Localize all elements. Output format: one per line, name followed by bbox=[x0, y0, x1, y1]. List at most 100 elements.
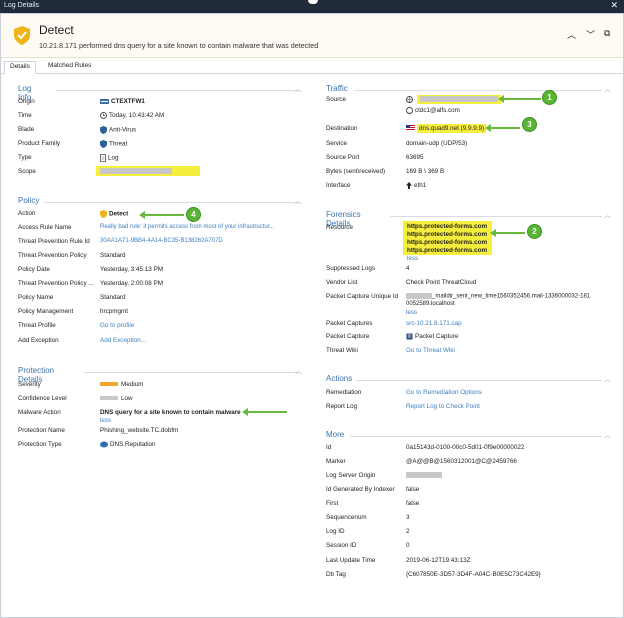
log-header: Detect 10.21.8.171 performed dns query f… bbox=[1, 14, 623, 58]
row-service: Service domain-udp (UDP/53) bbox=[326, 140, 606, 151]
previous-log-button[interactable]: ︿ bbox=[567, 28, 576, 41]
field-label: Threat Prevention Policy ... bbox=[18, 280, 94, 287]
collapse-chevron-icon[interactable]: ︿ bbox=[295, 84, 302, 94]
section-divider bbox=[84, 372, 299, 373]
collapse-chevron-icon[interactable]: ︿ bbox=[295, 366, 302, 376]
remediation-options-link[interactable]: Go to Remediation Options bbox=[406, 389, 482, 396]
report-log-link[interactable]: Report Log to Check Point bbox=[406, 403, 480, 410]
threat-wiki-link[interactable]: Go to Threat Wiki bbox=[406, 347, 455, 354]
row-marker: Marker @A@@B@1560312001@C@2459766 bbox=[326, 458, 606, 469]
go-to-profile-link[interactable]: Go to profile bbox=[100, 322, 134, 329]
field-label: Product Family bbox=[18, 140, 60, 147]
section-divider bbox=[354, 90, 602, 91]
field-value: {C607850E-3D57-3D4F-A04C-B0E5C73C42E9} bbox=[406, 571, 541, 578]
field-value: CTEXTFW1 bbox=[100, 98, 145, 105]
field-value: 4 bbox=[406, 265, 410, 272]
field-value: domain-udp (UDP/53) bbox=[406, 140, 468, 147]
row-policy-date: Policy Date Yesterday, 3:45:13 PM bbox=[18, 266, 298, 277]
window-notch bbox=[308, 0, 318, 4]
field-value bbox=[406, 95, 501, 104]
field-value: Log bbox=[100, 154, 119, 162]
close-icon[interactable]: ✕ bbox=[610, 0, 618, 11]
field-value: ctdc1@alfs.com bbox=[406, 107, 460, 114]
row-time: Time Today, 10:43:42 AM bbox=[18, 112, 298, 123]
row-source-port: Source Port 63695 bbox=[326, 154, 606, 165]
row-protection-name: Protection Name Phishing_website.TC.dobf… bbox=[18, 427, 298, 438]
copy-icon[interactable]: ⧉ bbox=[604, 28, 610, 39]
collapse-chevron-icon[interactable]: ︿ bbox=[604, 430, 611, 440]
field-value: Anti-Virus bbox=[100, 126, 136, 134]
field-value: Medium bbox=[100, 381, 143, 388]
collapse-chevron-icon[interactable]: ︿ bbox=[295, 196, 302, 206]
callout-badge-4: 4 bbox=[186, 207, 201, 222]
row-id: Id 0a15143d-0100-00c0-5d01-0f9e00000022 bbox=[326, 444, 606, 455]
less-link[interactable]: less bbox=[406, 309, 417, 316]
field-label: Packet Capture Unique Id bbox=[326, 293, 399, 300]
field-label: Vendor List bbox=[326, 279, 358, 286]
row-bytes: Bytes (sent\received) 169 B \ 369 B bbox=[326, 168, 606, 179]
row-scope: Scope bbox=[18, 166, 298, 179]
detect-shield-icon bbox=[100, 210, 107, 218]
row-id-generated-by-indexer: Id Generated By Indexer false bbox=[326, 486, 606, 497]
less-link[interactable]: less bbox=[100, 417, 111, 424]
field-label: Protection Name bbox=[18, 427, 65, 434]
tab-matched-rules[interactable]: Matched Rules bbox=[48, 62, 91, 69]
field-label: Protection Type bbox=[18, 441, 62, 448]
row-severity: Severity Medium bbox=[18, 381, 298, 392]
field-value: Yesterday, 3:45:13 PM bbox=[100, 266, 164, 273]
severity-bar bbox=[100, 382, 118, 387]
collapse-chevron-icon[interactable]: ︿ bbox=[604, 210, 611, 220]
field-value: Standard bbox=[100, 252, 126, 259]
field-label: Threat Profile bbox=[18, 322, 56, 329]
redacted-value bbox=[100, 168, 172, 175]
field-label: Resource bbox=[326, 224, 353, 231]
log-document-icon bbox=[100, 154, 106, 162]
us-flag-icon bbox=[406, 125, 415, 132]
threat-shield-icon bbox=[100, 140, 107, 148]
row-threat-prevention-rule-id: Threat Prevention Rule Id 30AA1A71-9BB4-… bbox=[18, 238, 298, 249]
access-rule-link[interactable]: Really bad rule: it permits access from … bbox=[100, 224, 274, 230]
page-subtitle: 10.21.8.171 performed dns query for a si… bbox=[39, 41, 319, 50]
resource-less-link[interactable]: less bbox=[407, 255, 418, 262]
field-value: DNS query for a site known to contain ma… bbox=[100, 409, 241, 416]
field-label: Source Port bbox=[326, 154, 360, 161]
field-value: Threat bbox=[100, 140, 127, 148]
add-exception-link[interactable]: Add Exception... bbox=[100, 337, 146, 344]
field-label: Type bbox=[18, 154, 32, 161]
row-remediation: Remediation Go to Remediation Options bbox=[326, 389, 606, 400]
field-label: Threat Prevention Rule Id bbox=[18, 238, 90, 245]
row-packet-captures: Packet Captures src-10.21.8.171.cap bbox=[326, 320, 606, 331]
packet-capture-button[interactable]: Packet Capture bbox=[406, 333, 458, 340]
row-db-tag: Db Tag {C607850E-3D57-3D4F-A04C-B0E5C73C… bbox=[326, 571, 606, 582]
field-label: Source bbox=[326, 96, 346, 103]
field-label: Destination bbox=[326, 125, 358, 132]
callout-badge-2: 2 bbox=[527, 224, 542, 239]
field-value: @A@@B@1560312001@C@2459766 bbox=[406, 458, 517, 465]
redacted-value bbox=[419, 96, 498, 103]
collapse-chevron-icon[interactable]: ︿ bbox=[604, 374, 611, 384]
rule-id-link[interactable]: 30AA1A71-9BB4-4A14-BC35-B138262A707D bbox=[100, 238, 223, 244]
section-divider bbox=[390, 216, 602, 217]
packet-capture-file-link[interactable]: src-10.21.8.171.cap bbox=[406, 320, 462, 327]
field-value: 2 bbox=[406, 528, 410, 535]
packet-capture-icon bbox=[406, 333, 413, 340]
row-protection-type: Protection Type DNS Reputation bbox=[18, 441, 298, 452]
next-log-button[interactable]: ﹀ bbox=[586, 28, 595, 41]
field-value: 3 bbox=[406, 514, 410, 521]
row-origin: Origin CTEXTFW1 bbox=[18, 98, 298, 109]
field-label: Packet Capture bbox=[326, 333, 370, 340]
row-last-update-time: Last Update Time 2019-06-12T19:43:13Z bbox=[326, 557, 606, 568]
row-first: First false bbox=[326, 500, 606, 511]
field-value: false bbox=[406, 486, 420, 493]
field-label: Access Rule Name bbox=[18, 224, 72, 231]
callout-arrow-4 bbox=[139, 211, 184, 219]
source-highlight bbox=[416, 95, 501, 104]
row-packet-capture: Packet Capture Packet Capture bbox=[326, 333, 606, 344]
row-interface: Interface eth1 bbox=[326, 182, 606, 193]
row-report-log: Report Log Report Log to Check Point bbox=[326, 403, 606, 414]
field-value: Check Point ThreatCloud bbox=[406, 279, 477, 286]
tab-details[interactable]: Details bbox=[4, 61, 36, 74]
collapse-chevron-icon[interactable]: ︿ bbox=[604, 84, 611, 94]
field-value bbox=[406, 472, 442, 479]
row-access-rule-name: Access Rule Name Really bad rule: it per… bbox=[18, 224, 298, 235]
